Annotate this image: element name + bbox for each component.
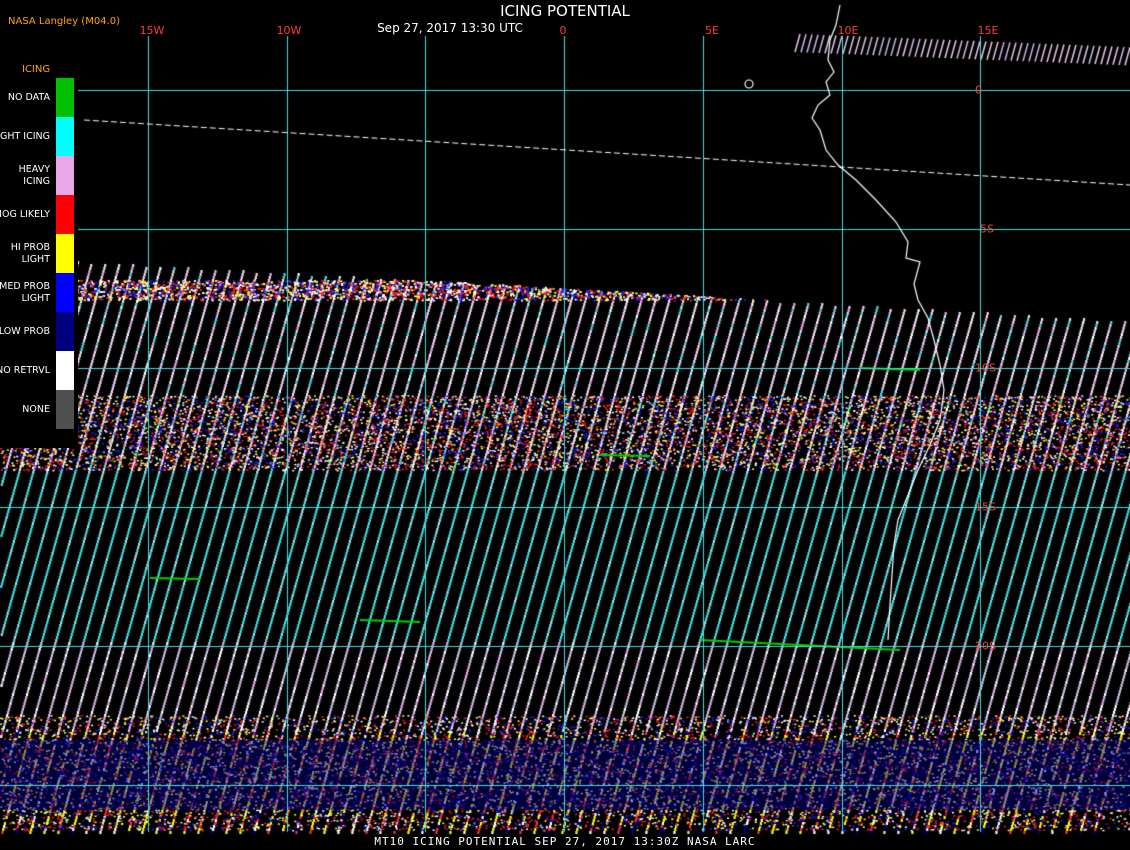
legend-item-no-data: NO DATA: [0, 78, 78, 117]
legend-swatch: [56, 78, 74, 117]
legend-item-hi-prob-light: HI PROB LIGHT: [0, 234, 78, 273]
legend-label: NO DATA: [7, 91, 50, 103]
legend-item-mog-likely: MOG LIKELY: [0, 195, 78, 234]
lat-label-10s: 10S: [975, 361, 996, 375]
lon-label-5e: 5E: [705, 24, 719, 37]
legend-title: ICING: [22, 64, 51, 75]
lat-label-20s: 20S: [975, 639, 996, 653]
lat-label-0: 0: [975, 83, 982, 97]
legend-swatch: [56, 234, 74, 273]
legend-swatch: [56, 195, 74, 234]
legend-label: NO RETRVL: [0, 364, 50, 376]
icing-legend: ICING NO DATA NIGHT ICING HEAVY ICING MO…: [0, 58, 78, 448]
legend-label: HEAVY ICING: [18, 163, 50, 187]
satellite-map-canvas: [0, 0, 1130, 850]
legend-label: LOW PROB: [0, 325, 50, 337]
legend-item-low-prob: LOW PROB: [0, 312, 78, 351]
lon-label-15e: 15E: [977, 24, 999, 37]
legend-label: HI PROB LIGHT: [10, 241, 50, 265]
map-title: ICING POTENTIAL: [500, 2, 630, 20]
legend-swatch: [56, 351, 74, 390]
legend-label: NIGHT ICING: [0, 130, 50, 142]
legend-swatch: [56, 156, 74, 195]
lon-label-0: 0: [559, 24, 567, 37]
legend-item-none: NONE: [0, 390, 78, 429]
legend-item-no-retrvl: NO RETRVL: [0, 351, 78, 390]
lon-label-10e: 10E: [837, 24, 859, 37]
lon-label-15w: 15W: [139, 24, 165, 37]
legend-label: MED PROB LIGHT: [0, 280, 50, 304]
legend-item-heavy-icing: HEAVY ICING: [0, 156, 78, 195]
legend-label: NONE: [22, 403, 50, 415]
legend-label: MOG LIKELY: [0, 208, 50, 220]
image-caption: MT10 ICING POTENTIAL SEP 27, 2017 13:30Z…: [374, 835, 756, 848]
lon-label-10w: 10W: [276, 24, 302, 37]
legend-swatch: [56, 312, 74, 351]
legend-swatch: [56, 390, 74, 429]
map-datetime: Sep 27, 2017 13:30 UTC: [377, 21, 523, 35]
legend-item-night-icing: NIGHT ICING: [0, 117, 78, 156]
legend-swatch: [56, 273, 74, 312]
legend-swatch: [56, 117, 74, 156]
lat-label-15s: 15S: [975, 500, 996, 514]
lat-label-5s: 5S: [980, 222, 994, 236]
legend-item-med-prob-light: MED PROB LIGHT: [0, 273, 78, 312]
